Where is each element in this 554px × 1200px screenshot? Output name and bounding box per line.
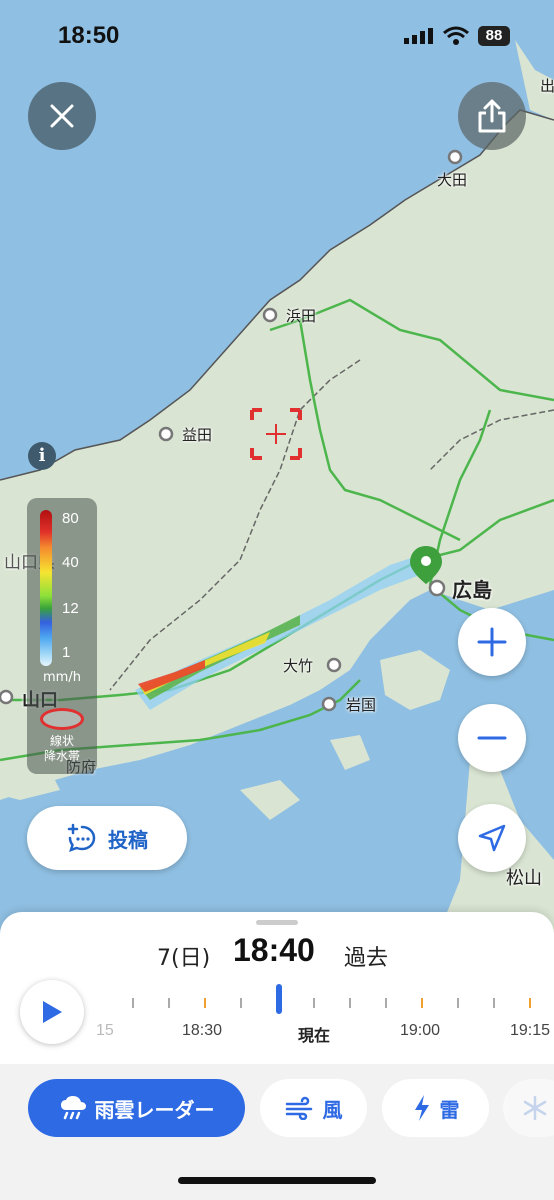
- timeline-tick: [385, 998, 387, 1008]
- signal-icon: [404, 28, 433, 44]
- minus-icon: [477, 736, 507, 740]
- timeline-tick: [457, 998, 459, 1008]
- tab-lightning[interactable]: 雷: [382, 1079, 489, 1137]
- comment-add-icon: [67, 823, 96, 853]
- timeline-slider[interactable]: 15 18:30 現在 19:00 19:15: [96, 984, 554, 1044]
- location-arrow-icon: [478, 824, 506, 852]
- timeline-tick: [421, 998, 423, 1008]
- snowflake-icon: [523, 1096, 547, 1120]
- timeline-label: 18:30: [182, 1022, 223, 1039]
- city-label: 益田: [182, 426, 213, 444]
- share-button[interactable]: [458, 82, 526, 150]
- wifi-icon: [443, 26, 469, 45]
- linear-rainband-ring-icon: [40, 708, 84, 730]
- timeline-tick: [132, 998, 134, 1008]
- plus-icon: [477, 627, 507, 657]
- timeline-tick: [529, 998, 531, 1008]
- city-label: 松山: [506, 868, 542, 889]
- close-icon: [50, 104, 74, 128]
- close-button[interactable]: [28, 82, 96, 150]
- timeline-label: 19:15: [510, 1022, 551, 1039]
- tab-snow[interactable]: [503, 1079, 554, 1137]
- share-icon: [478, 99, 506, 133]
- legend-linear-label: 降水帯: [43, 749, 80, 763]
- city-label: 広島: [452, 578, 492, 602]
- timeline-tick: [168, 998, 170, 1008]
- legend-linear-label: 線状: [49, 734, 74, 748]
- timeline-tick: [349, 998, 351, 1008]
- status-time: 18:50: [58, 22, 120, 49]
- timeline-tick: [313, 998, 315, 1008]
- timeline-tick: [204, 998, 206, 1008]
- tab-label: 雨雲レーダー: [94, 1097, 215, 1122]
- zoom-in-button[interactable]: [458, 608, 526, 676]
- city-label: 大田: [437, 171, 468, 189]
- city-label: 出: [540, 77, 554, 95]
- timeline-tick: [493, 998, 495, 1008]
- lightning-icon: [414, 1095, 429, 1121]
- tab-label: 雷: [439, 1097, 460, 1122]
- legend-tick: 40: [62, 554, 79, 571]
- wind-icon: [285, 1096, 312, 1120]
- battery-indicator: 88: [478, 26, 510, 46]
- tab-rain-radar[interactable]: 雨雲レーダー: [28, 1079, 245, 1137]
- current-location-button[interactable]: [458, 804, 526, 872]
- city-label: 浜田: [286, 307, 317, 325]
- timeline-label: 15: [96, 1022, 114, 1039]
- legend-color-bar: [40, 510, 52, 666]
- timeline-tick: [240, 998, 242, 1008]
- home-indicator: [178, 1177, 376, 1184]
- legend-tick: 1: [62, 644, 71, 661]
- play-icon: [43, 1001, 62, 1023]
- sheet-grabber[interactable]: [256, 920, 298, 925]
- city-label: 大竹: [283, 657, 314, 675]
- legend-tick: 12: [62, 600, 79, 617]
- city-label: 岩国: [346, 696, 377, 714]
- legend-tick: 80: [62, 510, 79, 527]
- status-bar: 18:50 88: [0, 0, 554, 70]
- timeline-label: 19:00: [400, 1022, 441, 1039]
- legend-unit: mm/h: [43, 670, 81, 685]
- post-button-label: 投稿: [108, 827, 148, 852]
- rain-legend: 80 40 12 1 mm/h 線状 降水帯: [27, 498, 97, 774]
- rain-cloud-icon: [60, 1096, 86, 1120]
- tab-wind[interactable]: 風: [260, 1079, 367, 1137]
- info-icon[interactable]: i: [28, 442, 56, 470]
- timeline-position-marker[interactable]: [276, 984, 282, 1014]
- timeline-label-now: 現在: [298, 1026, 331, 1044]
- timeline-date: 7(日): [157, 946, 211, 971]
- play-button[interactable]: [20, 980, 84, 1044]
- post-button[interactable]: 投稿: [27, 806, 187, 870]
- timeline-state: 過去: [344, 946, 389, 971]
- tab-label: 風: [322, 1097, 343, 1122]
- timeline-time: 18:40: [233, 932, 315, 968]
- zoom-out-button[interactable]: [458, 704, 526, 772]
